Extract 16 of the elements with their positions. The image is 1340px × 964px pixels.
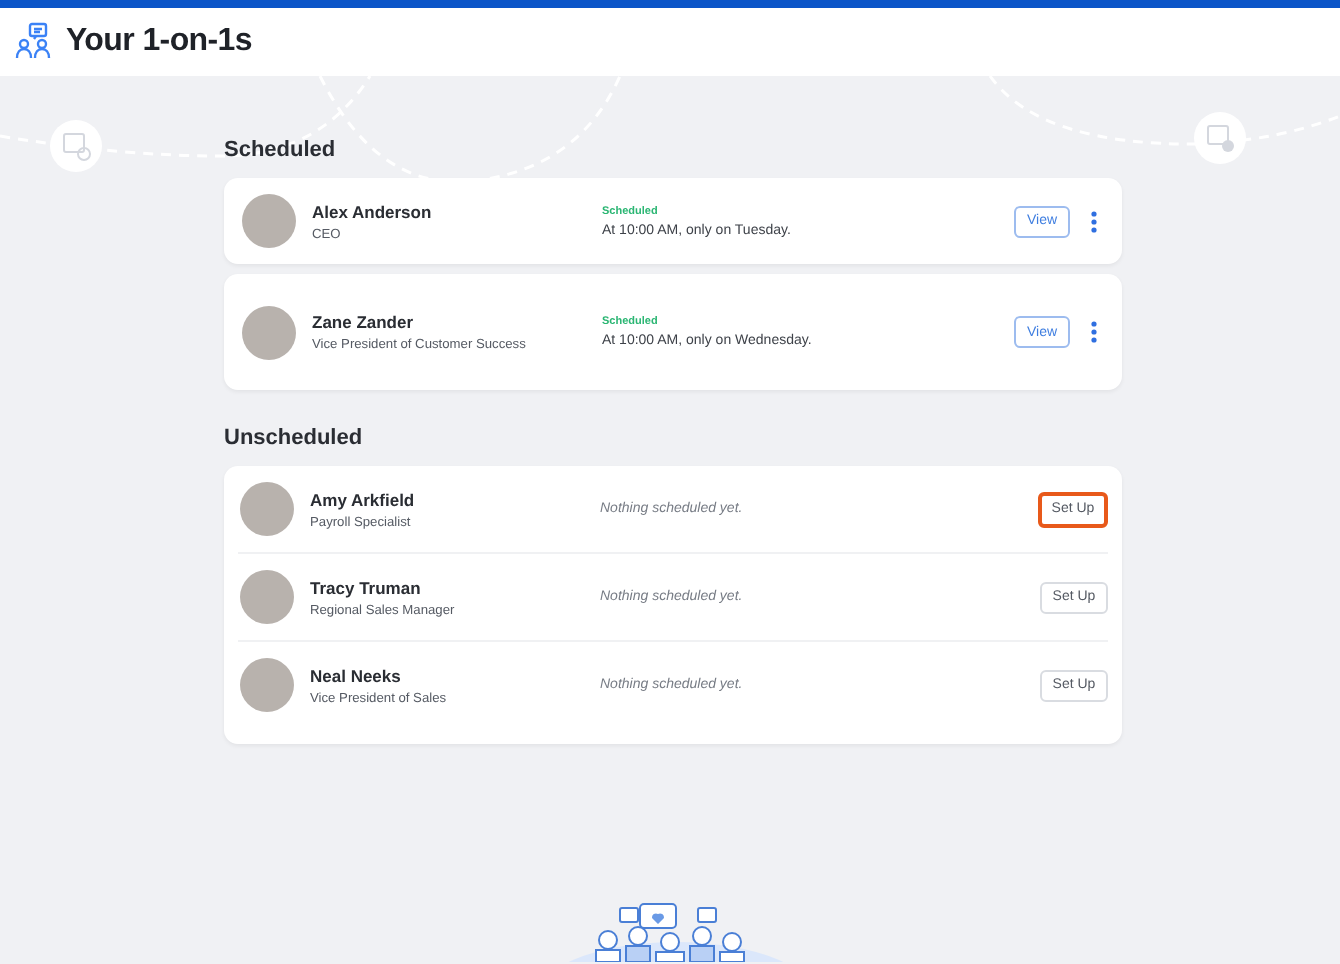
avatar-placeholder: [240, 658, 294, 712]
person-name: Tracy Truman: [310, 577, 423, 597]
more-options-icon[interactable]: [1090, 209, 1098, 233]
person-name: Amy Arkfield: [310, 489, 417, 509]
person-name: Alex Anderson: [312, 201, 434, 221]
avatar-placeholder: [242, 305, 296, 359]
page-title: Your 1-on-1s: [66, 24, 253, 60]
avatar-placeholder: [240, 482, 294, 536]
more-options-icon[interactable]: [1090, 320, 1098, 344]
avatar-placeholder: [242, 194, 296, 248]
avatar-placeholder: [240, 570, 294, 624]
section-heading: Unscheduled: [224, 424, 365, 452]
people-chat-icon: [14, 22, 54, 62]
person-name: Neal Neeks: [310, 665, 403, 685]
section-heading: Scheduled: [224, 136, 338, 164]
person-name: Zane Zander: [312, 312, 416, 332]
